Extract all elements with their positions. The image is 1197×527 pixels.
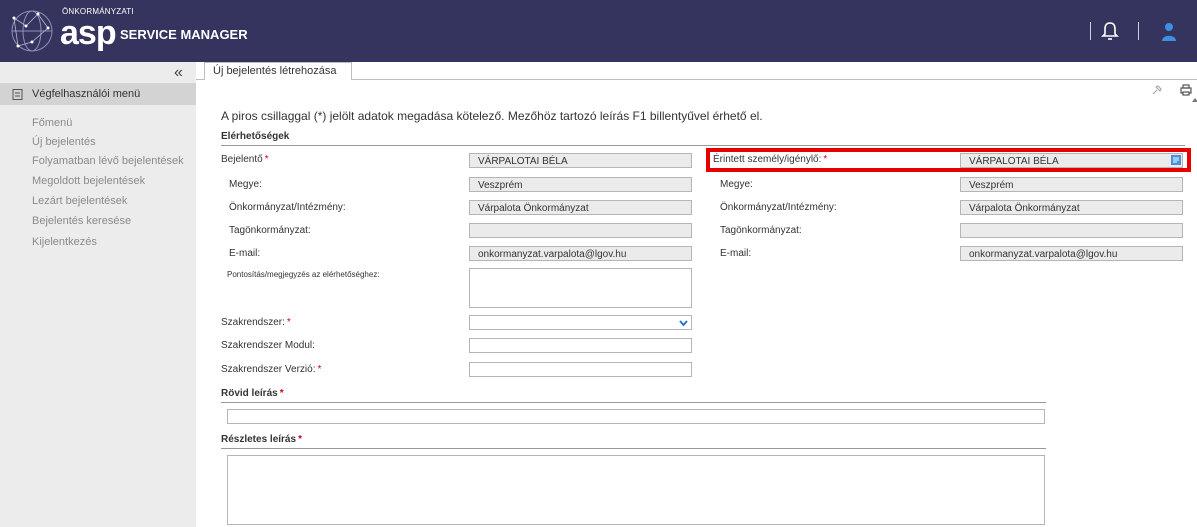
reporter-county-field: Veszprém [469, 177, 692, 192]
chevron-down-icon[interactable] [679, 319, 688, 327]
module-input[interactable] [469, 338, 692, 353]
form-intro-text: A piros csillaggal (*) jelölt adatok meg… [221, 109, 763, 123]
affected-sub-municipality-field [960, 223, 1183, 238]
affected-county-field: Veszprém [960, 177, 1183, 192]
short-description-input[interactable] [227, 409, 1045, 424]
section-title-contacts: Elérhetőségek [221, 131, 290, 142]
section-divider [221, 402, 1046, 403]
reporter-sub-municipality-field [469, 223, 692, 238]
system-select[interactable] [469, 315, 692, 330]
affected-email-label: E-mail: [720, 248, 752, 259]
reporter-email-field: onkormanyzat.varpalota@lgov.hu [469, 246, 692, 261]
app-header: ÖNKORMÁNYZATI asp SERVICE MANAGER [0, 0, 1197, 62]
sidebar-item-kereses[interactable]: Bejelentés keresése [32, 215, 131, 227]
system-label: Szakrendszer: * [221, 317, 291, 328]
reporter-county-label: Megye: [229, 179, 262, 190]
affected-institution-label: Önkormányzat/Intézmény: [720, 202, 837, 213]
header-separator [1138, 22, 1139, 40]
sidebar: « Végfelhasználói menü Főmenü Új bejelen… [0, 62, 196, 527]
long-description-textarea[interactable] [227, 455, 1045, 525]
section-divider [221, 448, 1046, 449]
header-separator [1090, 22, 1091, 40]
asp-globe-logo-icon [11, 10, 53, 52]
reporter-institution-field: Várpalota Önkormányzat [469, 200, 692, 215]
contact-note-label: Pontosítás/megjegyzés az elérhetőséghez: [227, 270, 380, 279]
sidebar-menu-title: Végfelhasználói menü [32, 88, 141, 100]
sidebar-item-fomenu[interactable]: Főmenü [32, 117, 72, 129]
reporter-institution-label: Önkormányzat/Intézmény: [229, 202, 346, 213]
contact-note-textarea[interactable] [469, 268, 692, 308]
reporter-sub-municipality-label: Tagönkormányzat: [229, 225, 311, 236]
module-label: Szakrendszer Modul: [221, 340, 315, 351]
version-label: Szakrendszer Verzió: * [221, 364, 322, 375]
brand-asp-text: asp [60, 14, 117, 52]
affected-sub-municipality-label: Tagönkormányzat: [720, 225, 802, 236]
short-description-title: Rövid leírás * [221, 388, 284, 399]
reporter-label: Bejelentő * [221, 154, 269, 165]
sidebar-item-kijelentkezes[interactable]: Kijelentkezés [32, 236, 97, 248]
sidebar-collapse-button[interactable]: « [174, 64, 183, 82]
affected-institution-field: Várpalota Önkormányzat [960, 200, 1183, 215]
highlight-box [706, 148, 1191, 172]
sidebar-item-uj-bejelentes[interactable]: Új bejelentés [32, 136, 96, 148]
pin-icon[interactable] [1151, 84, 1163, 96]
reporter-field: VÁRPALOTAI BÉLA [469, 153, 692, 168]
sidebar-item-megoldott[interactable]: Megoldott bejelentések [32, 175, 145, 187]
clipboard-icon [12, 89, 23, 100]
scrollbar-up-arrow[interactable] [1192, 98, 1197, 102]
long-description-title: Részletes leírás * [221, 434, 302, 445]
affected-county-label: Megye: [720, 179, 753, 190]
tab-uj-bejelentes[interactable]: Új bejelentés létrehozása [204, 62, 352, 80]
user-icon[interactable] [1159, 19, 1179, 43]
sidebar-menu-header[interactable]: Végfelhasználói menü [0, 83, 196, 105]
sidebar-item-lezart[interactable]: Lezárt bejelentések [32, 195, 127, 207]
reporter-email-label: E-mail: [229, 248, 261, 259]
tab-bar: Új bejelentés létrehozása [196, 62, 1197, 80]
sidebar-item-folyamatban[interactable]: Folyamatban lévő bejelentések [32, 155, 184, 167]
brand-product-text: SERVICE MANAGER [120, 27, 248, 42]
version-input[interactable] [469, 362, 692, 377]
section-divider [221, 145, 1185, 146]
bell-icon[interactable] [1100, 20, 1120, 42]
affected-email-field: onkormanyzat.varpalota@lgov.hu [960, 246, 1183, 261]
print-icon[interactable] [1180, 84, 1192, 96]
